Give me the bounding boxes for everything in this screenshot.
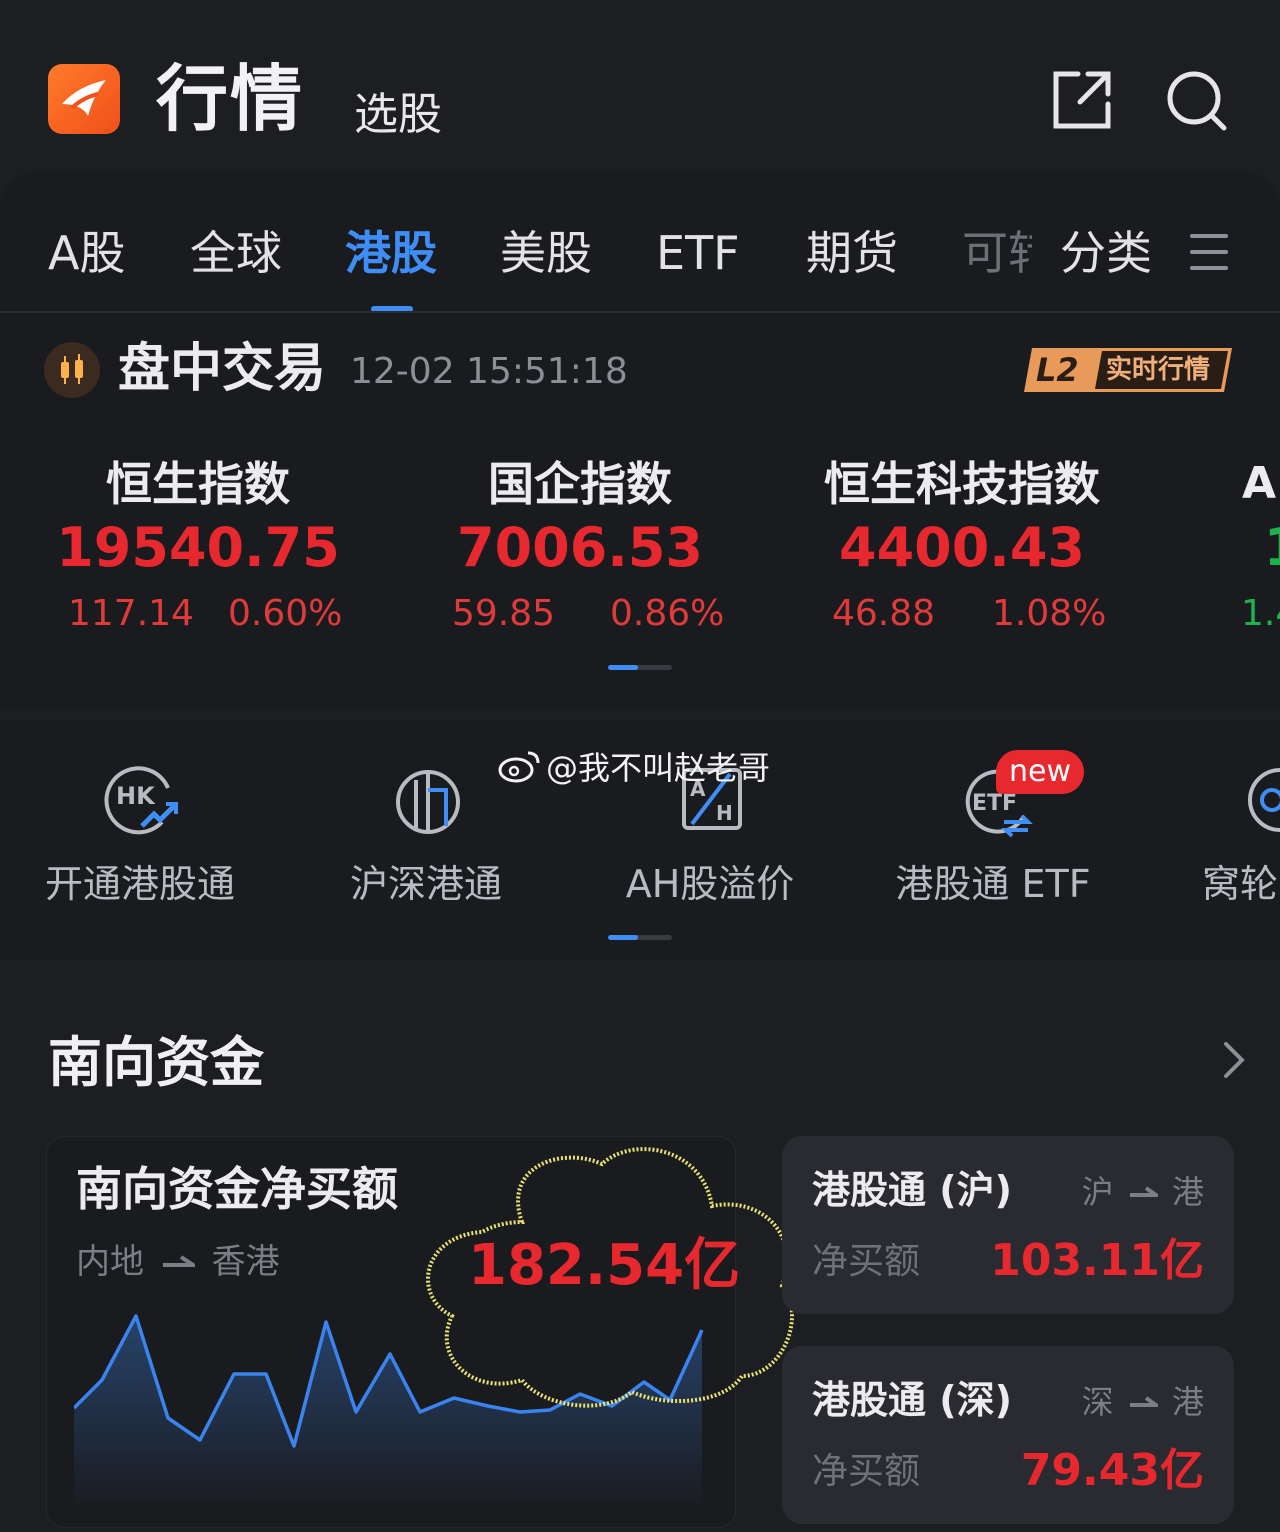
status-timestamp: 12-02 15:51:18 [350, 351, 628, 392]
tab-futures[interactable]: 期货 [806, 226, 898, 280]
index-change: 59.85 [452, 593, 556, 634]
index-percent: 0.60% [228, 593, 343, 634]
new-badge: new [996, 750, 1084, 794]
route-from: 内地 [76, 1242, 144, 1282]
sz-net-buy-label: 净买额 [812, 1451, 921, 1492]
tab-global[interactable]: 全球 [190, 226, 282, 280]
l2-realtime-badge[interactable]: L2 实时行情 [1022, 346, 1234, 394]
index-value: 19540.75 [56, 516, 340, 579]
hk-connect-icon: HK [102, 760, 182, 840]
tab-hk-stock[interactable]: 港股 [345, 226, 437, 280]
sh-net-buy-value: 103.11亿 [990, 1235, 1204, 1286]
tab-convertible[interactable]: 可转 [962, 226, 1032, 280]
tab-us-stock[interactable]: 美股 [500, 226, 592, 280]
shortcut-label: 窝轮 [1202, 862, 1279, 906]
watermark: @我不叫赵老哥 [498, 748, 770, 788]
l2-label: L2 [1036, 351, 1079, 389]
watermark-text: @我不叫赵老哥 [546, 749, 771, 787]
shortcut-label: 沪深港通 [349, 862, 502, 906]
shortcut-label: 开通港股通 [44, 862, 235, 906]
route-from: 沪 [1081, 1173, 1114, 1211]
shortcut-label: AH股溢价 [625, 862, 795, 906]
tab-a-share[interactable]: A股 [48, 226, 125, 280]
route-from: 深 [1081, 1383, 1114, 1421]
realtime-label: 实时行情 [1106, 355, 1211, 385]
index-percent: 0.86% [610, 593, 725, 634]
tab-stock-picker[interactable]: 选股 [354, 88, 442, 142]
index-name: AH [1242, 458, 1280, 509]
sz-card-route: 深 港 [1054, 1382, 1204, 1422]
index-name: 恒生科技指数 [824, 457, 1100, 511]
index-value: 4400.43 [839, 516, 1085, 579]
chevron-right-icon[interactable] [1218, 1040, 1248, 1080]
index-pager [608, 665, 672, 670]
tab-category[interactable]: 分类 [1060, 226, 1152, 280]
divider [0, 311, 1280, 313]
net-buy-value: 182.54亿 [468, 1233, 741, 1298]
index-card-ah[interactable]: AH 1 -1.4 [1240, 450, 1280, 650]
warrant-icon [1246, 760, 1280, 840]
shortcut-warrant[interactable]: 窝轮 [1190, 740, 1280, 920]
route-to: 香港 [211, 1242, 280, 1282]
shortcut-label: 港股通 ETF [895, 862, 1091, 906]
index-name: 国企指数 [488, 457, 672, 511]
index-value: 1 [1264, 516, 1280, 580]
route-to: 港 [1171, 1173, 1204, 1211]
index-change: 117.14 [68, 593, 194, 634]
share-icon[interactable] [1050, 68, 1114, 132]
sz-net-buy-value: 79.43亿 [1020, 1445, 1204, 1496]
sh-card-route: 沪 港 [1054, 1172, 1204, 1212]
search-icon[interactable] [1164, 68, 1228, 132]
section-title-southbound: 南向资金 [48, 1031, 264, 1094]
candlestick-icon [44, 342, 100, 398]
sh-net-buy-label: 净买额 [812, 1241, 921, 1282]
tab-etf[interactable]: ETF [656, 226, 740, 280]
app-logo [48, 64, 120, 134]
net-buy-route: 内地 香港 [76, 1240, 280, 1284]
arrow-right-icon [162, 1255, 200, 1267]
trading-status: 盘中交易 [118, 339, 327, 399]
shortcut-pager [608, 935, 672, 940]
index-change: -1.4 [1240, 593, 1280, 634]
svg-text:H: H [716, 801, 733, 825]
index-name: 恒生指数 [106, 457, 290, 511]
index-percent: 1.08% [992, 593, 1107, 634]
sh-card-title: 港股通 (沪) [812, 1168, 1012, 1212]
arrow-right-icon [1129, 1396, 1163, 1407]
index-value: 7006.53 [457, 516, 703, 579]
page-title: 行情 [156, 57, 305, 141]
route-to: 港 [1171, 1383, 1204, 1421]
net-buy-title: 南向资金净买额 [76, 1162, 398, 1216]
index-change: 46.88 [832, 593, 936, 634]
svg-text:ETF: ETF [972, 791, 1017, 816]
svg-text:HK: HK [116, 782, 156, 810]
menu-icon[interactable] [1190, 232, 1228, 272]
pie-chart-icon [388, 760, 468, 840]
weibo-icon [498, 751, 540, 783]
sz-card-title: 港股通 (深) [812, 1378, 1012, 1422]
arrow-right-icon [1129, 1186, 1163, 1197]
